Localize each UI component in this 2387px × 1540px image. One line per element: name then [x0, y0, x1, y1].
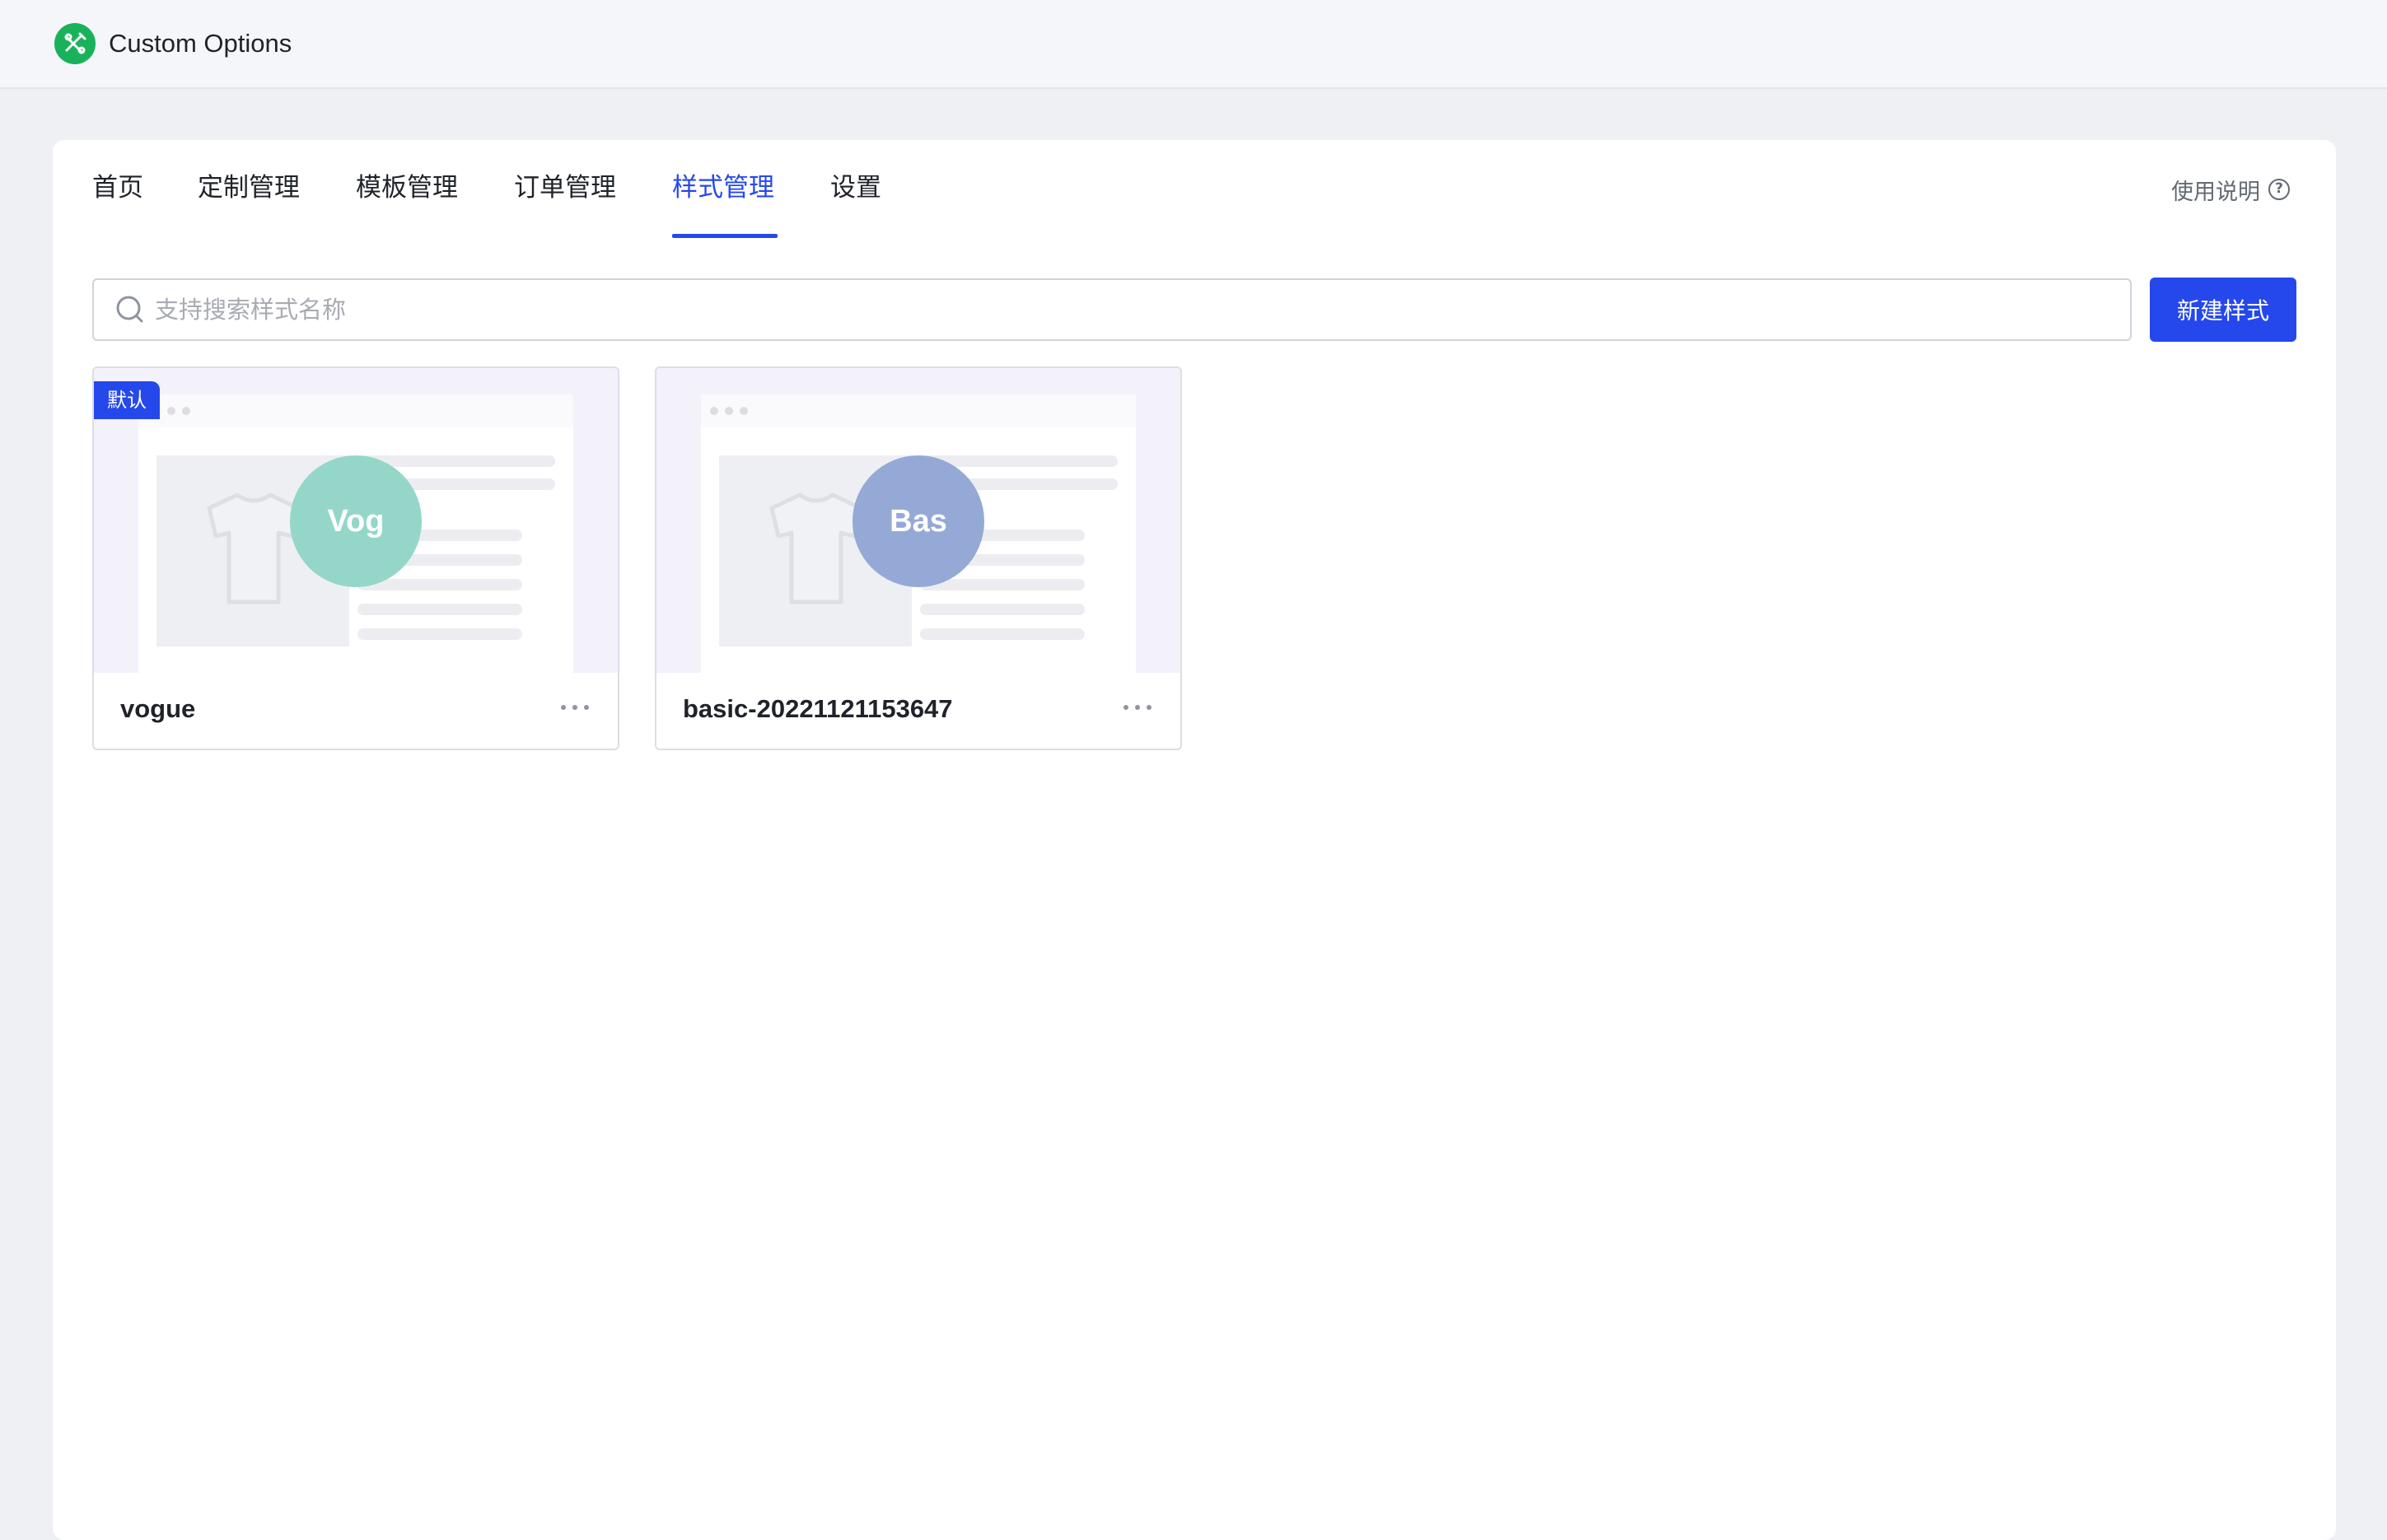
style-card-vogue[interactable]: Vog 默认 vogue	[92, 366, 619, 750]
search-box	[92, 278, 2132, 341]
app-logo-icon	[54, 23, 96, 64]
app-header: Custom Options	[0, 0, 2387, 89]
style-card-basic[interactable]: Bas basic-20221121153647	[655, 366, 1182, 750]
new-style-button[interactable]: 新建样式	[2150, 278, 2296, 342]
ellipsis-icon[interactable]	[1119, 691, 1156, 724]
help-link-label: 使用说明	[2171, 179, 2260, 205]
tab-style-management[interactable]: 样式管理	[672, 161, 774, 214]
style-name: vogue	[120, 694, 196, 723]
main-panel	[53, 140, 2336, 1540]
style-name: basic-20221121153647	[683, 694, 953, 723]
tab-customization-management[interactable]: 定制管理	[198, 161, 300, 214]
search-input[interactable]	[155, 280, 2115, 339]
active-tab-indicator	[672, 234, 778, 238]
tab-order-management[interactable]: 订单管理	[514, 161, 616, 214]
question-circle-icon: ?	[2268, 179, 2290, 200]
help-link[interactable]: 使用说明 ?	[2171, 173, 2290, 206]
style-avatar-text: Vog	[327, 504, 385, 539]
style-avatar-text: Bas	[890, 504, 947, 539]
tab-template-management[interactable]: 模板管理	[356, 161, 458, 214]
app-title: Custom Options	[109, 29, 292, 58]
tab-home[interactable]: 首页	[92, 161, 143, 214]
search-icon	[116, 296, 143, 323]
default-badge: 默认	[94, 381, 160, 419]
tab-settings[interactable]: 设置	[830, 161, 881, 214]
ellipsis-icon[interactable]	[557, 691, 593, 724]
